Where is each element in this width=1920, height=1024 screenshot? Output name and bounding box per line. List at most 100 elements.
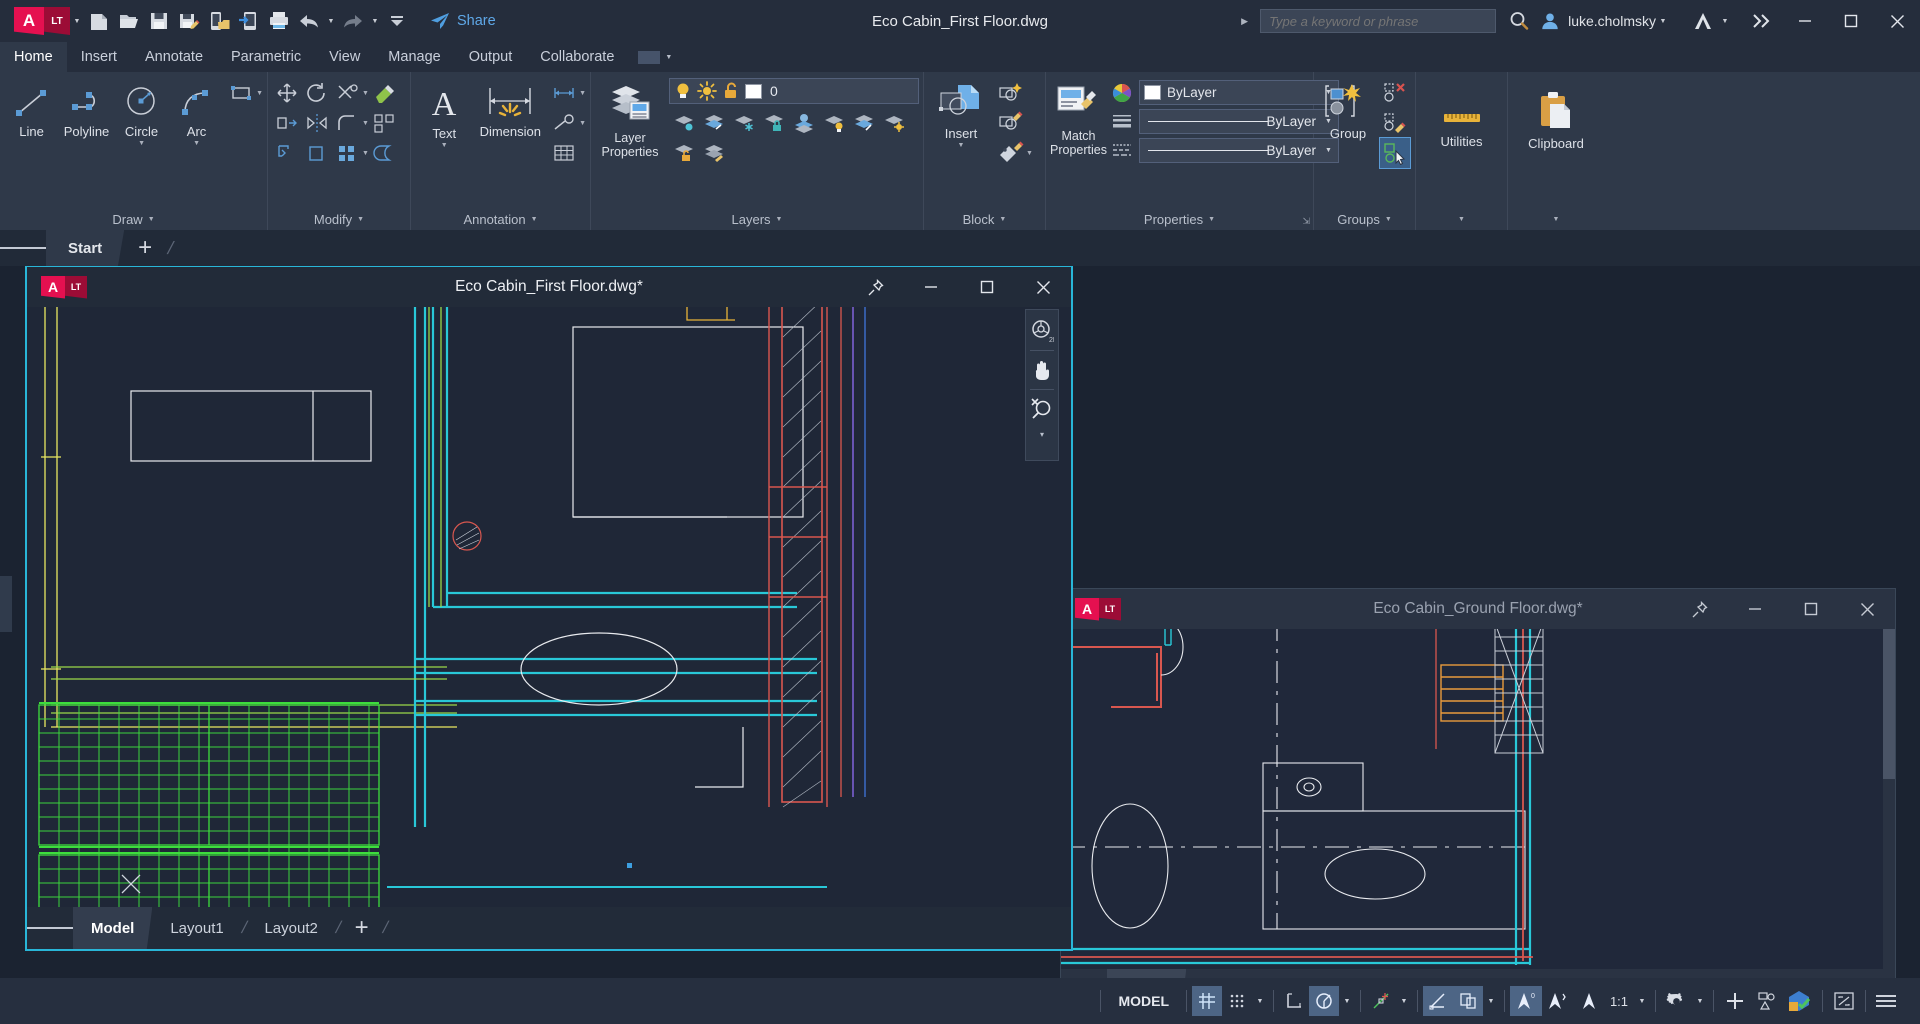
create-block-button[interactable] [996,78,1026,108]
user-menu-caret-icon[interactable]: ▼ [1656,5,1670,37]
isolate-objects-button[interactable] [1751,986,1783,1016]
edit-attributes-dropdown-icon[interactable]: ▼ [1026,150,1033,157]
panel-properties-expand-icon[interactable]: ▼ [1208,216,1215,223]
erase-tool-button[interactable] [369,78,399,108]
table-tool-button[interactable] [549,138,579,168]
panel-label-utilities[interactable]: ▼ [1416,208,1507,230]
first-floor-minimize-button[interactable] [903,267,959,307]
first-floor-close-button[interactable] [1015,267,1071,307]
line-tool-button[interactable]: Line [4,78,59,139]
ground-floor-tab-layout1[interactable]: Layout1 [1186,969,1275,978]
panel-block-expand-icon[interactable]: ▼ [999,216,1006,223]
autocad-lt-logo[interactable]: A LT [14,7,70,35]
layer-freeze-button[interactable] [729,108,759,138]
first-floor-maximize-button[interactable] [959,267,1015,307]
panel-groups-expand-icon[interactable]: ▼ [1385,216,1392,223]
tab-collaborate[interactable]: Collaborate [526,42,628,72]
application-menu-caret-icon[interactable]: ▼ [70,5,84,37]
edit-attributes-button[interactable] [996,138,1026,168]
maximize-window-button[interactable] [1828,0,1874,42]
ground-floor-tab-model[interactable]: Model [1107,969,1186,978]
first-floor-pin-button[interactable] [847,267,903,307]
save-to-web-mobile-button[interactable] [204,5,234,37]
expand-ribbon-button[interactable] [1746,5,1776,37]
panel-annotation-expand-icon[interactable]: ▼ [531,216,538,223]
tab-manage[interactable]: Manage [374,42,454,72]
grid-display-button[interactable] [1192,986,1222,1016]
first-floor-tab-model[interactable]: Model [73,907,152,949]
group-selection-toggle-button[interactable] [1380,138,1410,168]
annotation-autoscale-button[interactable] [1542,986,1574,1016]
file-tab-menu-button[interactable] [0,244,46,252]
ground-floor-vertical-scrollbar[interactable] [1883,629,1895,969]
lineweight-display-button[interactable] [1453,986,1483,1016]
sun-icon[interactable] [697,81,717,101]
array-dropdown-icon[interactable]: ▼ [362,150,369,157]
layer-thaw-all-button[interactable] [879,108,909,138]
panel-label-groups[interactable]: Groups ▼ [1314,208,1415,230]
workspace-switching-button[interactable] [1661,986,1692,1016]
circle-tool-dropdown-icon[interactable]: ▼ [138,140,145,147]
leader-dropdown-icon[interactable]: ▼ [579,120,586,127]
ground-floor-viewport[interactable] [1061,629,1895,969]
tab-insert[interactable]: Insert [67,42,131,72]
copy-tool-button[interactable] [272,138,302,168]
search-expand-arrow-icon[interactable]: ▶ [1241,16,1248,27]
circle-tool-button[interactable]: Circle ▼ [114,78,169,147]
hardware-acceleration-button[interactable] [1783,986,1817,1016]
customization-plus-button[interactable] [1719,986,1751,1016]
snap-mode-button[interactable] [1222,986,1252,1016]
arc-tool-dropdown-icon[interactable]: ▼ [193,140,200,147]
move-tool-button[interactable] [272,78,302,108]
ortho-mode-button[interactable] [1279,986,1309,1016]
space-toggle-button[interactable]: MODEL [1106,993,1181,1009]
save-button[interactable] [144,5,174,37]
first-floor-layout-menu-button[interactable] [27,924,73,932]
close-window-button[interactable] [1874,0,1920,42]
annotation-monitor-button[interactable] [1574,986,1604,1016]
customize-qat-button[interactable] [382,5,412,37]
tab-home[interactable]: Home [0,42,67,72]
layer-isolate-button[interactable] [669,108,699,138]
save-as-button[interactable] [174,5,204,37]
pan-tool-button[interactable] [1027,353,1057,387]
explode-tool-button[interactable] [369,108,399,138]
polar-tracking-button[interactable] [1309,986,1339,1016]
arc-tool-button[interactable]: Arc ▼ [169,78,224,147]
panel-label-block[interactable]: Block ▼ [924,208,1045,230]
unlock-icon[interactable] [721,81,741,101]
lightbulb-on-icon[interactable] [673,81,693,101]
undo-button[interactable] [294,5,324,37]
panel-label-clipboard[interactable]: ▼ [1508,208,1604,230]
panel-label-modify[interactable]: Modify ▼ [268,208,410,230]
ground-floor-tab-layout2[interactable]: Layout2 [1280,969,1369,978]
first-floor-tab-layout1[interactable]: Layout1 [152,907,241,949]
drawing-window-ground-floor[interactable]: A LT Eco Cabin_Ground Floor.dwg* [1060,588,1896,978]
offset-tool-button[interactable] [369,138,399,168]
linear-dimension-button[interactable] [549,78,579,108]
layer-turn-all-on-button[interactable] [849,108,879,138]
navbar-more-button[interactable]: ▾ [1027,426,1057,442]
first-floor-new-layout-button[interactable]: + [341,914,383,942]
first-floor-viewport[interactable]: 2D [27,307,1071,907]
search-icon[interactable] [1508,10,1530,32]
trim-tool-button[interactable] [332,78,362,108]
panel-draw-expand-icon[interactable]: ▼ [148,216,155,223]
stretch-tool-button[interactable] [272,108,302,138]
object-snap-tracking-button[interactable] [1366,986,1396,1016]
new-drawing-button[interactable] [84,5,114,37]
rotate-tool-button[interactable] [302,78,332,108]
first-floor-title-bar[interactable]: A LT Eco Cabin_First Floor.dwg* [27,267,1071,307]
osnap-track-caret-icon[interactable]: ▼ [1396,986,1412,1016]
ungroup-button[interactable] [1380,78,1410,108]
text-tool-button[interactable]: A Text ▼ [415,78,473,149]
autodesk-account-button[interactable] [1688,5,1718,37]
tab-parametric[interactable]: Parametric [217,42,315,72]
layer-unlock-button[interactable] [669,138,699,168]
tab-output[interactable]: Output [455,42,527,72]
layer-color-swatch[interactable] [745,84,762,99]
leader-tool-button[interactable] [549,108,579,138]
polar-settings-caret-icon[interactable]: ▼ [1339,986,1355,1016]
clean-screen-button[interactable] [1828,986,1860,1016]
layer-properties-button[interactable]: Layer Properties [595,78,665,159]
